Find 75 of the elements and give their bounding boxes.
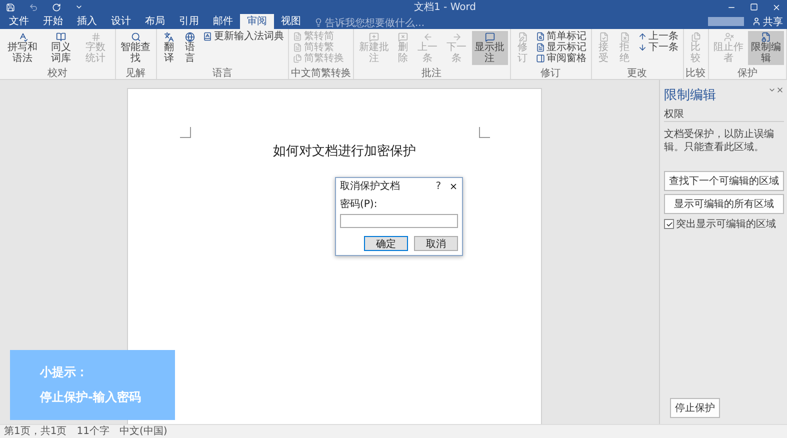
stop-protection-button[interactable]: 停止保护	[670, 398, 720, 418]
arrow-up-icon	[638, 32, 647, 41]
close-icon[interactable]	[449, 182, 458, 190]
ribbon-button[interactable]: 限制编辑	[748, 31, 784, 65]
dialog-button[interactable]: 确定	[364, 236, 408, 251]
ribbon-button[interactable]: 同义词库	[44, 31, 78, 65]
pane-icon	[536, 54, 545, 63]
group-label: 语言	[211, 68, 234, 79]
dialog-button[interactable]: 取消	[414, 236, 458, 251]
ribbon-tab[interactable]: 审阅	[240, 14, 274, 29]
pane-heading: 权限	[664, 107, 784, 122]
field-label: 密码(P):	[340, 198, 378, 211]
pane-button[interactable]: 查找下一个可编辑的区域	[664, 171, 784, 191]
group-label: 保护	[736, 68, 758, 79]
dialog-title: 取消保护文档	[340, 180, 401, 193]
ribbon-tab[interactable]: 开始	[36, 14, 70, 29]
arrow-down-icon	[638, 43, 647, 52]
maximize-icon[interactable]	[750, 3, 758, 11]
checkbox-label: 突出显示可编辑的区域	[676, 218, 776, 231]
document-icon	[292, 32, 302, 41]
tell-me-field[interactable]: 告诉我您想要做什么...	[314, 16, 708, 29]
ribbon-button[interactable]: 更新输入法词典	[200, 31, 286, 42]
group-label: 更改	[626, 68, 648, 79]
ribbon-tab[interactable]: 文件	[2, 14, 36, 29]
ribbon-button[interactable]: 上一条	[636, 31, 681, 42]
document-icon	[536, 32, 545, 41]
password-field[interactable]	[340, 214, 458, 228]
user-icon	[752, 17, 761, 26]
lightbulb-icon	[314, 18, 323, 27]
ribbon-button[interactable]: 智能查找	[118, 31, 154, 65]
ribbon-tab[interactable]: 设计	[104, 14, 138, 29]
pane-text: 文档受保护，以防止误编辑。只能查看此区域。	[664, 128, 775, 154]
ribbon-tab[interactable]: 视图	[274, 14, 308, 29]
ribbon-button[interactable]: 审阅窗格	[534, 53, 589, 64]
tip-text: 停止保护-输入密码	[40, 389, 142, 406]
group-label: 修订	[540, 68, 562, 79]
documents-icon	[292, 54, 302, 63]
dictionary-icon	[202, 32, 212, 41]
undo-icon[interactable]	[29, 2, 38, 12]
margin-mark	[180, 127, 190, 138]
ribbon-tab[interactable]: 布局	[138, 14, 172, 29]
ribbon-button[interactable]: 显示批注	[472, 31, 508, 65]
group-label: 见解	[124, 68, 147, 79]
save-icon[interactable]	[6, 2, 15, 12]
status-text: 第1页，共1页	[4, 426, 67, 438]
ribbon-tab[interactable]: 引用	[172, 14, 206, 29]
ribbon-button[interactable]: 语言	[180, 31, 200, 65]
window-title: 文档1 - Word	[412, 0, 478, 14]
ribbon-button[interactable]: 显示标记	[534, 42, 589, 53]
checkbox[interactable]	[664, 219, 674, 229]
margin-mark	[478, 127, 490, 138]
ribbon-button[interactable]: 简单标记	[534, 31, 589, 42]
status-text: 中文(中国)	[119, 426, 168, 438]
share-button[interactable]: 共享	[748, 14, 787, 28]
help-button[interactable]: ?	[436, 180, 441, 192]
document-icon	[536, 43, 545, 52]
ribbon-button[interactable]: 翻译	[158, 31, 179, 65]
ribbon-button[interactable]: 下一条	[636, 42, 681, 53]
group-label: 比较	[686, 68, 706, 79]
caret-icon[interactable]	[768, 86, 776, 94]
ribbon-button[interactable]: 拼写和语法	[2, 31, 44, 65]
group-label: 校对	[46, 68, 68, 79]
group-label: 批注	[420, 68, 443, 79]
status-text: 11个字	[76, 426, 110, 438]
group-label: 中文简繁转换	[290, 68, 351, 79]
blurred-account	[708, 17, 744, 26]
pane-button[interactable]: 显示可编辑的所有区域	[664, 194, 784, 214]
document-icon	[292, 43, 302, 52]
ribbon-tab[interactable]: 邮件	[206, 14, 240, 29]
pane-title: 限制编辑	[664, 87, 717, 104]
ribbon-tab[interactable]: 插入	[70, 14, 104, 29]
redo-icon[interactable]	[52, 2, 61, 12]
caret-icon[interactable]	[75, 3, 83, 11]
tip-title: 小提示：	[40, 364, 89, 381]
document-text: 如何对文档进行加密保护	[272, 143, 416, 160]
